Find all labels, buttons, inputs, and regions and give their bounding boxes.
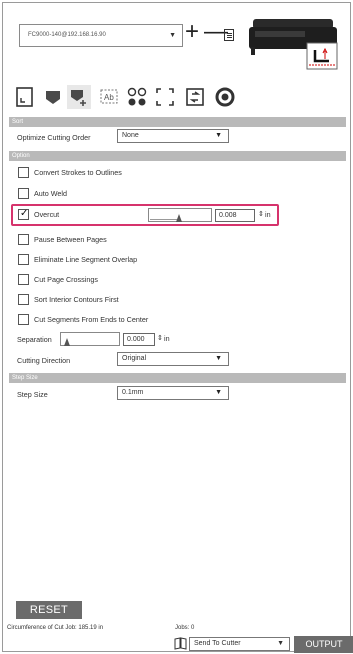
cutting-direction-select[interactable]: Original ▼ bbox=[117, 352, 229, 366]
separation-slider[interactable] bbox=[60, 332, 120, 346]
separation-value-input[interactable]: 0.000 bbox=[123, 333, 155, 346]
trace-icon[interactable]: Ab bbox=[97, 85, 121, 109]
auto-weld-checkbox[interactable] bbox=[18, 188, 29, 199]
page-setup-icon[interactable] bbox=[13, 85, 37, 109]
sort-interior-checkbox[interactable] bbox=[18, 294, 29, 305]
chevron-down-icon: ▼ bbox=[169, 32, 176, 39]
svg-text:Ab: Ab bbox=[104, 93, 114, 102]
separation-label: Separation bbox=[17, 335, 52, 344]
device-select-value: FC9000-140@192.168.16.90 bbox=[28, 32, 106, 38]
overcut-unit: in bbox=[265, 210, 271, 219]
cut-settings-panel: FC9000-140@192.168.16.90 ▼ + — Ab Sort O… bbox=[2, 2, 353, 653]
convert-strokes-label: Convert Strokes to Outlines bbox=[34, 168, 122, 177]
step-size-value: 0.1mm bbox=[122, 389, 144, 396]
step-size-select[interactable]: 0.1mm ▼ bbox=[117, 386, 229, 400]
chevron-down-icon: ▼ bbox=[215, 389, 222, 396]
send-to-value: Send To Cutter bbox=[194, 640, 241, 647]
eliminate-overlap-label: Eliminate Line Segment Overlap bbox=[34, 255, 138, 264]
chevron-down-icon: ▼ bbox=[215, 132, 222, 139]
sort-section-header: Sort bbox=[9, 117, 346, 127]
cut-page-crossings-label: Cut Page Crossings bbox=[34, 275, 98, 284]
overcut-label: Overcut bbox=[34, 210, 60, 219]
send-to-select[interactable]: Send To Cutter ▼ bbox=[189, 637, 290, 651]
optimize-cutting-order-value: None bbox=[122, 132, 139, 139]
output-button[interactable]: OUTPUT bbox=[294, 636, 353, 653]
add-device-button[interactable]: + bbox=[185, 20, 199, 44]
cut-segments-label: Cut Segments From Ends to Center bbox=[34, 315, 149, 324]
step-size-label: Step Size bbox=[17, 390, 48, 399]
auto-weld-label: Auto Weld bbox=[34, 189, 68, 198]
overcut-value-input[interactable]: 0.008 bbox=[215, 209, 255, 222]
overcut-checkbox[interactable] bbox=[18, 208, 29, 220]
device-select[interactable]: FC9000-140@192.168.16.90 ▼ bbox=[19, 24, 183, 47]
pause-between-pages-label: Pause Between Pages bbox=[34, 235, 107, 244]
circumference-text: Circumference of Cut Job: 185.19 in bbox=[7, 625, 104, 631]
pause-between-pages-checkbox[interactable] bbox=[18, 234, 29, 245]
book-icon[interactable] bbox=[174, 637, 187, 650]
option-section-header: Option bbox=[9, 151, 346, 161]
cut-segments-checkbox[interactable] bbox=[18, 314, 29, 325]
step-size-section-header: Step Size bbox=[9, 373, 346, 383]
separation-unit: in bbox=[164, 334, 170, 343]
chevron-down-icon: ▼ bbox=[277, 640, 284, 647]
crop-icon[interactable] bbox=[153, 85, 177, 109]
overcut-slider-thumb[interactable] bbox=[176, 214, 182, 222]
cut-page-crossings-checkbox[interactable] bbox=[18, 274, 29, 285]
optimize-cutting-order-label: Optimize Cutting Order bbox=[17, 133, 91, 142]
sponsor-icon[interactable] bbox=[213, 85, 237, 109]
optimize-cutting-order-select[interactable]: None ▼ bbox=[117, 129, 229, 143]
device-properties-icon[interactable] bbox=[224, 29, 234, 41]
chevron-down-icon: ▼ bbox=[215, 355, 222, 362]
overcut-spinner[interactable]: ⇕ bbox=[258, 210, 264, 218]
jobs-count: Jobs: 0 bbox=[175, 625, 195, 631]
separation-slider-thumb[interactable] bbox=[64, 338, 70, 346]
cutting-direction-label: Cutting Direction bbox=[17, 356, 71, 365]
registration-marks-icon[interactable] bbox=[125, 85, 149, 109]
separation-spinner[interactable]: ⇕ bbox=[157, 334, 163, 342]
eliminate-overlap-checkbox[interactable] bbox=[18, 254, 29, 265]
pen-settings-icon[interactable] bbox=[183, 85, 207, 109]
convert-strokes-checkbox[interactable] bbox=[18, 167, 29, 178]
cutter-image bbox=[249, 19, 338, 70]
cut-settings-icon[interactable] bbox=[41, 85, 65, 109]
sort-interior-label: Sort Interior Contours First bbox=[34, 295, 119, 304]
advanced-cut-settings-icon[interactable] bbox=[67, 85, 91, 109]
settings-toolbar: Ab bbox=[11, 85, 346, 113]
reset-button[interactable]: RESET bbox=[16, 601, 82, 619]
overcut-slider[interactable] bbox=[148, 208, 212, 222]
cutting-direction-value: Original bbox=[122, 355, 147, 362]
